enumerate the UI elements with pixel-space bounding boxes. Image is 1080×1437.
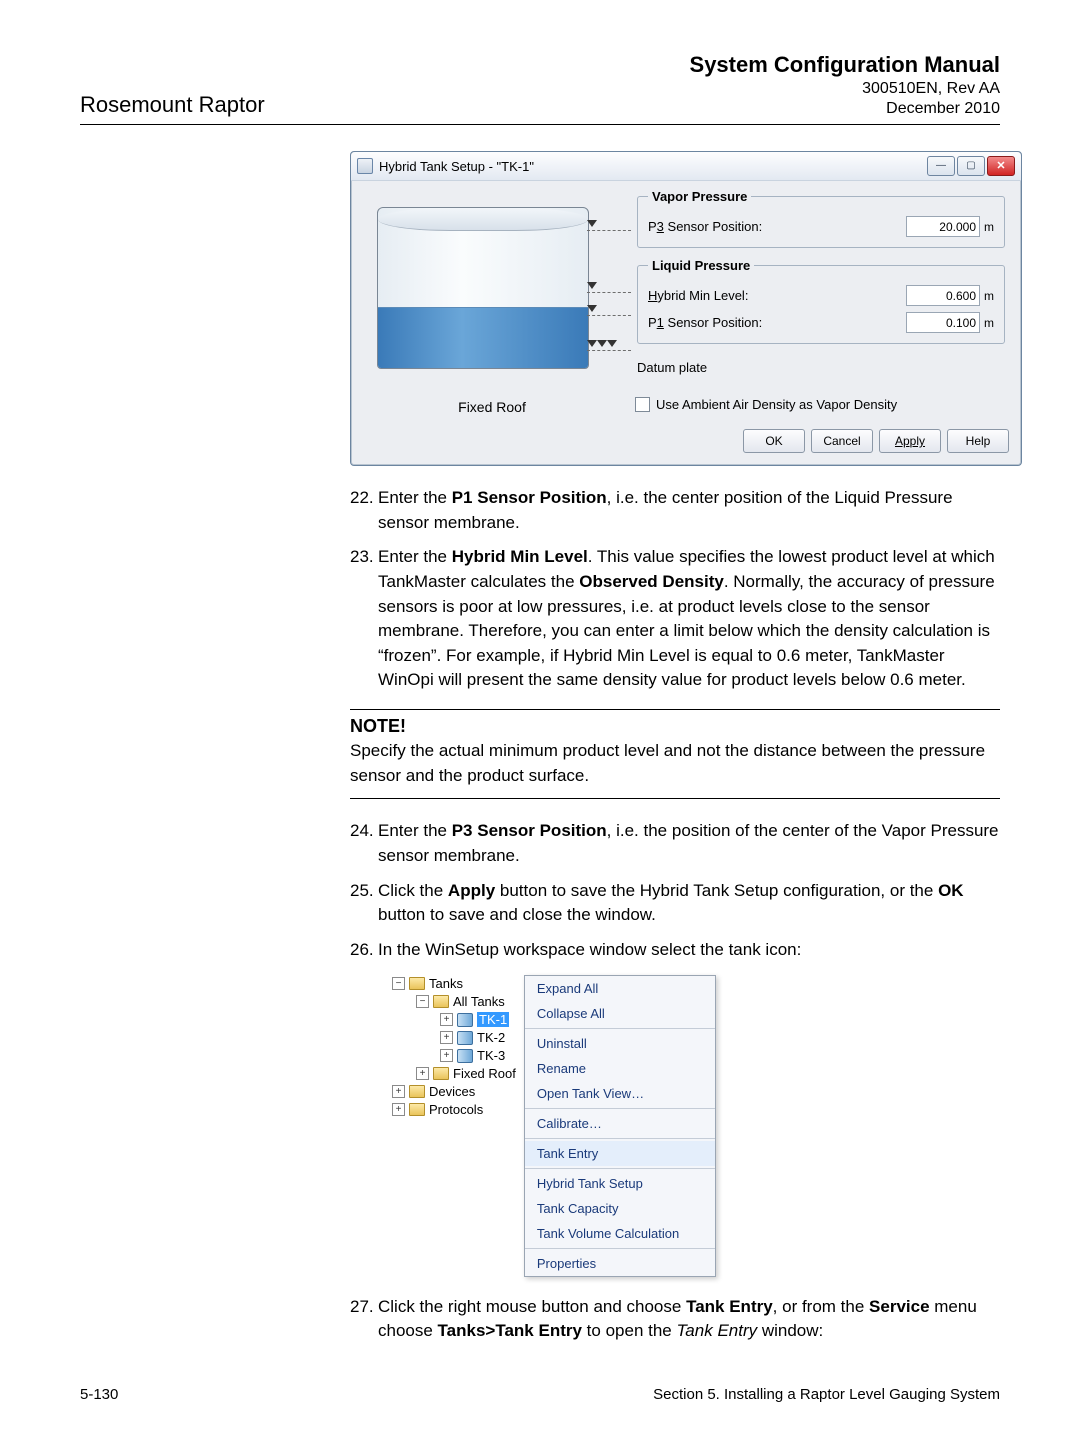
instruction-step: 26.In the WinSetup workspace window sele…: [350, 938, 1000, 963]
menu-expand-all[interactable]: Expand All: [525, 976, 715, 1001]
liquid-pressure-legend: Liquid Pressure: [648, 258, 754, 273]
step-text: Click the Apply button to save the Hybri…: [378, 879, 1000, 928]
tank-icon: [457, 1013, 473, 1027]
step-number: 25.: [350, 879, 378, 928]
p3-unit: m: [984, 220, 994, 234]
menu-uninstall[interactable]: Uninstall: [525, 1031, 715, 1056]
manual-title: System Configuration Manual: [690, 52, 1000, 78]
ok-button[interactable]: OK: [743, 429, 805, 453]
ambient-density-label: Use Ambient Air Density as Vapor Density: [656, 397, 897, 412]
step-text: Click the right mouse button and choose …: [378, 1295, 1000, 1344]
folder-icon: [433, 1067, 449, 1080]
tree-node-tanks[interactable]: Tanks: [429, 976, 463, 991]
hybrid-min-level-label: Hybrid Min Level:: [648, 288, 778, 303]
window-icon: [357, 158, 373, 174]
folder-icon: [433, 995, 449, 1008]
folder-icon: [409, 1085, 425, 1098]
expand-icon[interactable]: +: [440, 1049, 453, 1062]
instruction-step: 22.Enter the P1 Sensor Position, i.e. th…: [350, 486, 1000, 535]
menu-tank-entry[interactable]: Tank Entry: [525, 1141, 715, 1166]
context-menu: Expand All Collapse All Uninstall Rename…: [524, 975, 716, 1277]
step-number: 23.: [350, 545, 378, 693]
tank-icon: [457, 1049, 473, 1063]
ambient-density-checkbox[interactable]: [635, 397, 650, 412]
menu-collapse-all[interactable]: Collapse All: [525, 1001, 715, 1026]
tank-icon: [457, 1031, 473, 1045]
liquid-pressure-group: Liquid Pressure Hybrid Min Level: m P1 S…: [637, 258, 1005, 344]
tree-node-all-tanks[interactable]: All Tanks: [453, 994, 505, 1009]
dialog-title: Hybrid Tank Setup - "TK-1": [379, 159, 534, 174]
product-name: Rosemount Raptor: [80, 92, 265, 118]
section-label: Section 5. Installing a Raptor Level Gau…: [653, 1386, 1000, 1403]
window-maximize-button[interactable]: ▢: [957, 156, 985, 176]
datum-plate-label: Datum plate: [635, 354, 1007, 383]
p1-sensor-position-input[interactable]: [906, 312, 980, 333]
expand-icon[interactable]: −: [416, 995, 429, 1008]
vapor-pressure-group: Vapor Pressure P3 Sensor Position: m: [637, 189, 1005, 248]
expand-icon[interactable]: +: [440, 1031, 453, 1044]
expand-icon[interactable]: −: [392, 977, 405, 990]
page-number: 5-130: [80, 1386, 118, 1403]
expand-icon[interactable]: +: [392, 1085, 405, 1098]
step-number: 26.: [350, 938, 378, 963]
folder-icon: [409, 1103, 425, 1116]
apply-button[interactable]: Apply: [879, 429, 941, 453]
step-text: In the WinSetup workspace window select …: [378, 938, 801, 963]
tree-node-devices[interactable]: Devices: [429, 1084, 475, 1099]
p1-sensor-label: P1 Sensor Position:: [648, 315, 778, 330]
instruction-step: 24.Enter the P3 Sensor Position, i.e. th…: [350, 819, 1000, 868]
doc-date: December 2010: [690, 100, 1000, 118]
instruction-step: 25.Click the Apply button to save the Hy…: [350, 879, 1000, 928]
expand-icon[interactable]: +: [392, 1103, 405, 1116]
hybrid-min-level-input[interactable]: [906, 285, 980, 306]
tank-tree: −Tanks −All Tanks +TK-1 +TK-2 +TK-3 +Fix…: [390, 975, 518, 1119]
expand-icon[interactable]: +: [416, 1067, 429, 1080]
menu-rename[interactable]: Rename: [525, 1056, 715, 1081]
doc-id: 300510EN, Rev AA: [690, 80, 1000, 98]
hybrid-tank-setup-dialog: Hybrid Tank Setup - "TK-1" — ▢ ✕: [350, 151, 1022, 466]
p1-unit: m: [984, 316, 994, 330]
window-minimize-button[interactable]: —: [927, 156, 955, 176]
p3-sensor-position-input[interactable]: [906, 216, 980, 237]
step-number: 27.: [350, 1295, 378, 1344]
step-text: Enter the P1 Sensor Position, i.e. the c…: [378, 486, 1000, 535]
tree-node-protocols[interactable]: Protocols: [429, 1102, 483, 1117]
instruction-step: 23.Enter the Hybrid Min Level. This valu…: [350, 545, 1000, 693]
step-text: Enter the P3 Sensor Position, i.e. the p…: [378, 819, 1000, 868]
note-heading: NOTE!: [350, 716, 1000, 737]
menu-calibrate[interactable]: Calibrate…: [525, 1111, 715, 1136]
tree-node-tk1[interactable]: TK-1: [477, 1012, 509, 1027]
menu-open-tank-view[interactable]: Open Tank View…: [525, 1081, 715, 1106]
tree-node-fixed-roof[interactable]: Fixed Roof: [453, 1066, 516, 1081]
expand-icon[interactable]: +: [440, 1013, 453, 1026]
menu-hybrid-tank-setup[interactable]: Hybrid Tank Setup: [525, 1171, 715, 1196]
tank-illustration: Fixed Roof: [357, 189, 627, 419]
folder-icon: [409, 977, 425, 990]
step-number: 24.: [350, 819, 378, 868]
hybrid-min-level-unit: m: [984, 289, 994, 303]
menu-tank-volume-calculation[interactable]: Tank Volume Calculation: [525, 1221, 715, 1246]
instruction-step: 27.Click the right mouse button and choo…: [350, 1295, 1000, 1344]
step-text: Enter the Hybrid Min Level. This value s…: [378, 545, 1000, 693]
vapor-pressure-legend: Vapor Pressure: [648, 189, 751, 204]
cancel-button[interactable]: Cancel: [811, 429, 873, 453]
tree-node-tk2[interactable]: TK-2: [477, 1030, 505, 1045]
tree-node-tk3[interactable]: TK-3: [477, 1048, 505, 1063]
step-number: 22.: [350, 486, 378, 535]
tank-type-label: Fixed Roof: [357, 399, 627, 415]
menu-tank-capacity[interactable]: Tank Capacity: [525, 1196, 715, 1221]
window-close-button[interactable]: ✕: [987, 156, 1015, 176]
help-button[interactable]: Help: [947, 429, 1009, 453]
note-text: Specify the actual minimum product level…: [350, 739, 1000, 788]
p3-sensor-label: P3 Sensor Position:: [648, 219, 778, 234]
menu-properties[interactable]: Properties: [525, 1251, 715, 1276]
